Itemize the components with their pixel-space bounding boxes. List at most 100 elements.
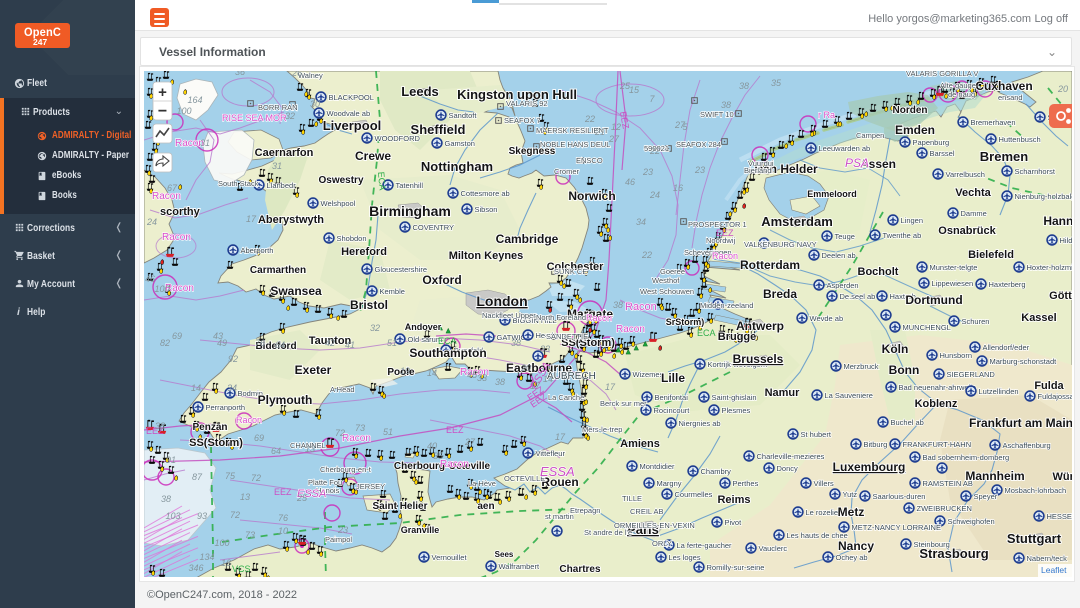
svg-text:South Stack: South Stack xyxy=(218,179,259,188)
svg-text:Namur: Namur xyxy=(765,387,801,399)
svg-text:25: 25 xyxy=(296,493,308,503)
svg-text:EEZ: EEZ xyxy=(716,228,734,238)
svg-text:A Head: A Head xyxy=(330,385,355,394)
svg-text:ZWEIBRUCKEN: ZWEIBRUCKEN xyxy=(917,504,972,513)
svg-text:−: − xyxy=(158,103,167,120)
svg-text:Paimpol: Paimpol xyxy=(325,535,352,544)
svg-text:Ochey ab: Ochey ab xyxy=(836,553,868,562)
svg-text:32: 32 xyxy=(285,111,295,121)
svg-text:Vernouillet: Vernouillet xyxy=(432,553,468,562)
svg-text:Nottingham: Nottingham xyxy=(421,159,493,174)
svg-text:Nabern/teck: Nabern/teck xyxy=(1027,554,1068,563)
svg-text:15: 15 xyxy=(629,85,640,95)
svg-text:Rotterdam: Rotterdam xyxy=(740,258,800,272)
svg-text:PSA: PSA xyxy=(845,156,869,170)
svg-text:42: 42 xyxy=(325,338,335,348)
svg-text:VALKENBURG NAVY: VALKENBURG NAVY xyxy=(744,240,817,249)
svg-text:Westhof: Westhof xyxy=(652,276,680,285)
svg-text:Norden: Norden xyxy=(893,105,928,116)
svg-text:Gamston: Gamston xyxy=(445,139,475,148)
svg-text:27: 27 xyxy=(608,134,620,144)
svg-text:Mosbach-lohrbach: Mosbach-lohrbach xyxy=(1005,486,1067,495)
svg-text:De.seel ab: De.seel ab xyxy=(840,292,876,301)
svg-text:Doncy: Doncy xyxy=(777,464,799,473)
svg-text:32: 32 xyxy=(370,323,380,333)
svg-text:Vauclerc: Vauclerc xyxy=(759,544,788,553)
svg-text:Villers: Villers xyxy=(814,479,835,488)
svg-text:SWIFT 10: SWIFT 10 xyxy=(700,110,734,119)
svg-text:Vechta: Vechta xyxy=(955,187,991,199)
svg-text:134: 134 xyxy=(199,552,214,562)
svg-text:ORMEILLES-EN-VEXIN: ORMEILLES-EN-VEXIN xyxy=(614,521,695,530)
svg-text:31: 31 xyxy=(272,161,282,171)
svg-text:Alte gauge: Alte gauge xyxy=(940,81,976,90)
svg-text:Allendorf/eder: Allendorf/eder xyxy=(983,343,1030,352)
svg-text:41: 41 xyxy=(345,340,355,350)
svg-text:24: 24 xyxy=(146,217,157,227)
svg-text:Walframbert: Walframbert xyxy=(499,562,540,571)
svg-text:43: 43 xyxy=(213,331,223,341)
svg-text:36: 36 xyxy=(235,71,245,77)
svg-text:MUNCHENGL: MUNCHENGL xyxy=(903,323,951,332)
svg-text:ORLY: ORLY xyxy=(652,539,672,548)
svg-text:38: 38 xyxy=(155,421,165,431)
svg-text:La Canche: La Canche xyxy=(548,393,584,402)
svg-text:12: 12 xyxy=(611,122,621,132)
svg-text:Cambridge: Cambridge xyxy=(496,232,559,246)
svg-text:Racon: Racon xyxy=(440,459,469,470)
svg-text:Asperden: Asperden xyxy=(827,281,859,290)
svg-text:Koblenz: Koblenz xyxy=(915,398,958,410)
svg-text:Andover: Andover xyxy=(405,322,442,332)
svg-text:ECA: ECA xyxy=(438,336,457,346)
svg-text:33: 33 xyxy=(540,344,550,354)
svg-text:Deelen ab: Deelen ab xyxy=(822,251,856,260)
svg-text:Barssel: Barssel xyxy=(930,149,955,158)
svg-text:24: 24 xyxy=(649,190,660,200)
svg-text:72: 72 xyxy=(335,428,345,438)
svg-text:West Schouwen: West Schouwen xyxy=(640,287,694,296)
svg-text:aen: aen xyxy=(477,501,494,512)
svg-text:Cromer: Cromer xyxy=(554,167,580,176)
svg-text:22: 22 xyxy=(641,250,652,260)
svg-text:Aschaffenburg: Aschaffenburg xyxy=(1003,441,1051,450)
svg-text:Amiens: Amiens xyxy=(620,438,660,450)
svg-text:Aberporth: Aberporth xyxy=(241,246,274,255)
svg-text:Lutzellinden: Lutzellinden xyxy=(979,387,1019,396)
svg-text:100: 100 xyxy=(214,538,229,548)
svg-text:Romilly-sur-seine: Romilly-sur-seine xyxy=(707,563,765,572)
svg-text:72: 72 xyxy=(230,510,240,520)
svg-text:Woodvale ab: Woodvale ab xyxy=(327,109,371,118)
svg-text:Brussels: Brussels xyxy=(733,352,784,366)
svg-text:CREIL AB: CREIL AB xyxy=(630,507,664,516)
svg-text:Racon: Racon xyxy=(162,232,191,243)
svg-text:VALARIS GORILLA V: VALARIS GORILLA V xyxy=(906,71,978,78)
svg-text:17: 17 xyxy=(530,381,541,391)
svg-text:de naug: de naug xyxy=(948,90,975,99)
svg-text:Perthes: Perthes xyxy=(733,479,759,488)
svg-text:Carmarthen: Carmarthen xyxy=(250,265,306,276)
svg-text:Twenthe ab: Twenthe ab xyxy=(883,231,922,240)
svg-text:Bielefeld: Bielefeld xyxy=(968,249,1014,261)
svg-text:Lille: Lille xyxy=(661,371,685,385)
svg-text:TILLE: TILLE xyxy=(622,494,642,503)
svg-text:92: 92 xyxy=(228,354,238,364)
svg-text:38: 38 xyxy=(613,300,623,310)
svg-text:Southampton: Southampton xyxy=(409,346,486,360)
svg-text:Goeree: Goeree xyxy=(660,267,685,276)
svg-text:Niergnies ab: Niergnies ab xyxy=(679,419,721,428)
svg-text:Bremen: Bremen xyxy=(980,149,1028,164)
svg-text:Shobdon: Shobdon xyxy=(337,234,367,243)
svg-text:Scharnhorst: Scharnhorst xyxy=(1015,167,1056,176)
svg-text:23: 23 xyxy=(694,165,705,175)
svg-text:BLACKPOOL: BLACKPOOL xyxy=(329,93,374,102)
svg-text:64: 64 xyxy=(271,446,281,456)
svg-text:Gloucestershire: Gloucestershire xyxy=(375,265,428,274)
svg-text:r Ra: r Ra xyxy=(818,110,835,120)
svg-text:Sees: Sees xyxy=(495,550,514,559)
svg-text:Crewe: Crewe xyxy=(355,149,391,163)
svg-text:SUNK CE: SUNK CE xyxy=(554,267,587,276)
svg-text:Vittefleur: Vittefleur xyxy=(536,449,566,458)
svg-text:ENSCO: ENSCO xyxy=(576,156,603,165)
svg-text:51: 51 xyxy=(383,427,393,437)
svg-text:Chartres: Chartres xyxy=(559,564,601,575)
